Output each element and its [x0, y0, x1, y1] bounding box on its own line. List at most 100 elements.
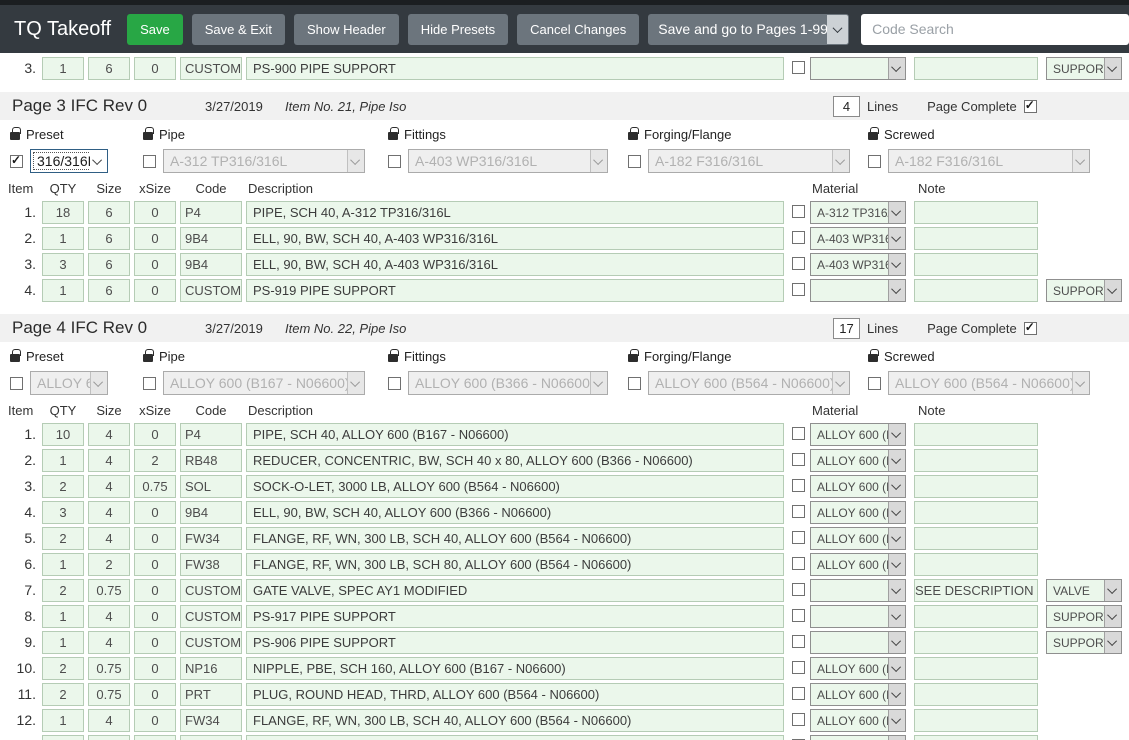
code-field[interactable]: CUSTOM: [180, 579, 242, 602]
preset-checkbox[interactable]: [868, 377, 881, 390]
note-field[interactable]: [914, 631, 1038, 654]
row-checkbox[interactable]: [792, 531, 805, 544]
code-field[interactable]: CUSTOM: [180, 57, 242, 80]
qty-field[interactable]: 18: [42, 201, 84, 224]
size-field[interactable]: 4: [88, 527, 130, 550]
qty-field[interactable]: 3: [42, 253, 84, 276]
size-field[interactable]: [88, 735, 130, 740]
xsize-field[interactable]: 0: [134, 501, 176, 524]
qty-field[interactable]: 1: [42, 605, 84, 628]
size-field[interactable]: 4: [88, 631, 130, 654]
code-field[interactable]: P4: [180, 201, 242, 224]
note-field[interactable]: [914, 253, 1038, 276]
description-field[interactable]: PS-919 PIPE SUPPORT: [246, 279, 784, 302]
material-select[interactable]: A-403 WP316/: [810, 253, 906, 276]
save-exit-button[interactable]: Save & Exit: [192, 14, 285, 45]
type-select[interactable]: SUPPORT: [1046, 605, 1122, 628]
size-field[interactable]: 6: [88, 279, 130, 302]
code-search-input[interactable]: [861, 14, 1129, 45]
preset-checkbox[interactable]: [10, 155, 23, 168]
row-checkbox[interactable]: [792, 583, 805, 596]
preset-checkbox[interactable]: [10, 377, 23, 390]
note-field[interactable]: SEE DESCRIPTION: [914, 579, 1038, 602]
preset-select[interactable]: ALLOY 600 (B366 - N06600): [408, 371, 608, 395]
note-field[interactable]: [914, 683, 1038, 706]
material-select[interactable]: ALLOY 600 (B3: [810, 449, 906, 472]
xsize-field[interactable]: 0: [134, 657, 176, 680]
size-field[interactable]: 6: [88, 57, 130, 80]
row-checkbox[interactable]: [792, 283, 805, 296]
preset-checkbox[interactable]: [143, 155, 156, 168]
xsize-field[interactable]: 0: [134, 227, 176, 250]
xsize-field[interactable]: 0: [134, 57, 176, 80]
description-field[interactable]: GATE VALVE, SPEC AY1 MODIFIED: [246, 579, 784, 602]
material-select[interactable]: [810, 57, 906, 80]
xsize-field[interactable]: 0: [134, 553, 176, 576]
code-field[interactable]: CUSTOM: [180, 605, 242, 628]
preset-select[interactable]: A-312 TP316/316L: [163, 149, 365, 173]
preset-select[interactable]: ALLOY 600 (B564 - N06600): [888, 371, 1090, 395]
cancel-changes-button[interactable]: Cancel Changes: [517, 14, 639, 45]
xsize-field[interactable]: 0: [134, 579, 176, 602]
description-field[interactable]: ELL, 90, BW, SCH 40, A-403 WP316/316L: [246, 253, 784, 276]
row-checkbox[interactable]: [792, 635, 805, 648]
size-field[interactable]: 6: [88, 227, 130, 250]
qty-field[interactable]: [42, 735, 84, 740]
type-select[interactable]: SUPPORT: [1046, 631, 1122, 654]
type-select[interactable]: SUPPORT: [1046, 57, 1122, 80]
code-field[interactable]: [180, 735, 242, 740]
note-field[interactable]: [914, 279, 1038, 302]
row-checkbox[interactable]: [792, 205, 805, 218]
code-field[interactable]: PRT: [180, 683, 242, 706]
row-checkbox[interactable]: [792, 609, 805, 622]
xsize-field[interactable]: 0: [134, 631, 176, 654]
code-field[interactable]: CUSTOM: [180, 279, 242, 302]
preset-select[interactable]: ALLOY 600 (B167 - N06600): [163, 371, 365, 395]
qty-field[interactable]: 3: [42, 501, 84, 524]
note-field[interactable]: [914, 735, 1038, 740]
size-field[interactable]: 4: [88, 423, 130, 446]
code-field[interactable]: FW34: [180, 527, 242, 550]
qty-field[interactable]: 2: [42, 475, 84, 498]
page-complete-checkbox[interactable]: [1024, 100, 1037, 113]
xsize-field[interactable]: 0: [134, 279, 176, 302]
note-field[interactable]: [914, 605, 1038, 628]
row-checkbox[interactable]: [792, 61, 805, 74]
note-field[interactable]: [914, 423, 1038, 446]
size-field[interactable]: 0.75: [88, 657, 130, 680]
code-field[interactable]: 9B4: [180, 253, 242, 276]
preset-checkbox[interactable]: [868, 155, 881, 168]
row-checkbox[interactable]: [792, 257, 805, 270]
material-select[interactable]: ALLOY 600 (B5: [810, 475, 906, 498]
material-select[interactable]: ALLOY 600 (B3: [810, 501, 906, 524]
type-select[interactable]: VALVE: [1046, 579, 1122, 602]
save-and-goto-select[interactable]: Save and go to Pages 1-9999: [648, 14, 849, 45]
description-field[interactable]: PS-917 PIPE SUPPORT: [246, 605, 784, 628]
code-field[interactable]: FW38: [180, 553, 242, 576]
size-field[interactable]: 0.75: [88, 683, 130, 706]
note-field[interactable]: [914, 527, 1038, 550]
row-checkbox[interactable]: [792, 505, 805, 518]
size-field[interactable]: 0.75: [88, 579, 130, 602]
material-select[interactable]: ALLOY 600 (B1: [810, 423, 906, 446]
note-field[interactable]: [914, 449, 1038, 472]
xsize-field[interactable]: 0: [134, 709, 176, 732]
description-field[interactable]: PIPE, SCH 40, ALLOY 600 (B167 - N06600): [246, 423, 784, 446]
material-select[interactable]: [810, 279, 906, 302]
xsize-field[interactable]: 0: [134, 605, 176, 628]
code-field[interactable]: 9B4: [180, 227, 242, 250]
preset-checkbox[interactable]: [388, 377, 401, 390]
xsize-field[interactable]: 0: [134, 423, 176, 446]
qty-field[interactable]: 2: [42, 579, 84, 602]
size-field[interactable]: 2: [88, 553, 130, 576]
description-field[interactable]: ELL, 90, BW, SCH 40, A-403 WP316/316L: [246, 227, 784, 250]
row-checkbox[interactable]: [792, 687, 805, 700]
description-field[interactable]: FLANGE, RF, WN, 300 LB, SCH 40, ALLOY 60…: [246, 527, 784, 550]
description-field[interactable]: FLANGE, RF, WN, 300 LB, SCH 80, ALLOY 60…: [246, 553, 784, 576]
lines-count-field[interactable]: 17: [833, 318, 860, 339]
row-checkbox[interactable]: [792, 453, 805, 466]
qty-field[interactable]: 2: [42, 527, 84, 550]
code-field[interactable]: RB48: [180, 449, 242, 472]
description-field[interactable]: PIPE, SCH 40, A-312 TP316/316L: [246, 201, 784, 224]
material-select[interactable]: [810, 579, 906, 602]
